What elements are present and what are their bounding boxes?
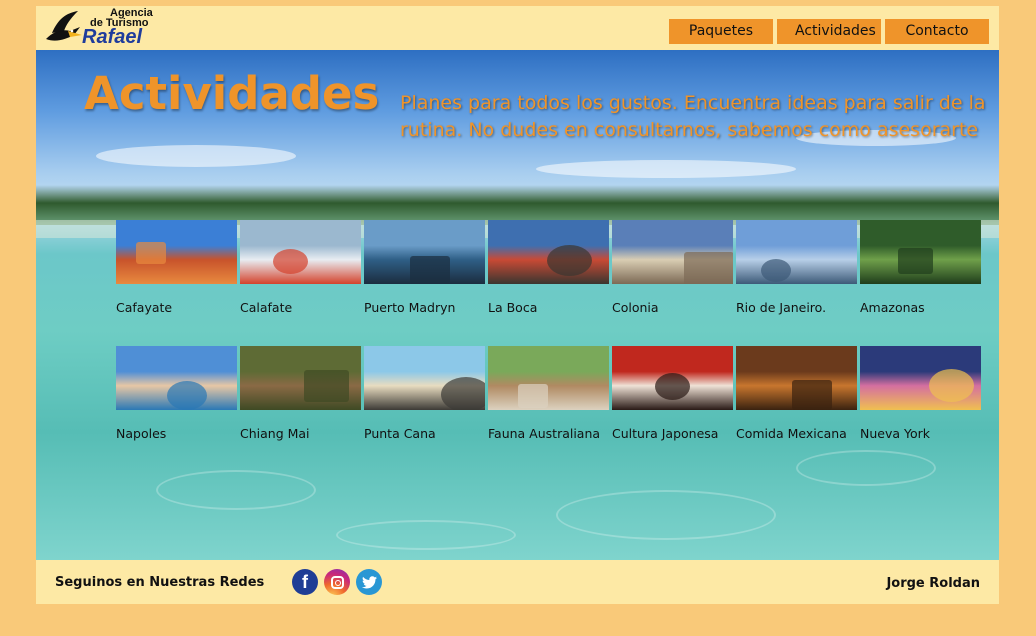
activity-label[interactable]: Napoles (116, 426, 166, 441)
activity-card[interactable]: Punta Cana (364, 346, 485, 441)
activity-card[interactable]: Chiang Mai (240, 346, 361, 441)
image-shape-decoration (273, 249, 308, 274)
activity-image[interactable] (860, 346, 981, 410)
ripple-decoration (556, 490, 776, 540)
image-shape-decoration (792, 380, 832, 410)
image-shape-decoration (684, 252, 733, 284)
activity-label[interactable]: Puerto Madryn (364, 300, 455, 315)
activity-card[interactable]: Fauna Australiana (488, 346, 609, 441)
author-name: Jorge Roldan (886, 576, 980, 591)
agency-logo[interactable]: Agencia de Turismo Rafael (44, 7, 174, 49)
site-footer: Seguinos en Nuestras Redes f Jorge Rolda… (36, 560, 999, 604)
activity-label[interactable]: Cultura Japonesa (612, 426, 718, 441)
cloud-decoration (96, 145, 296, 167)
activity-label[interactable]: Comida Mexicana (736, 426, 847, 441)
activity-card[interactable]: Amazonas (860, 220, 981, 315)
activity-card[interactable]: Cafayate (116, 220, 237, 315)
image-shape-decoration (929, 369, 974, 402)
activity-card[interactable]: Cultura Japonesa (612, 346, 733, 441)
follow-us-text: Seguinos en Nuestras Redes (55, 575, 265, 590)
activity-label[interactable]: Amazonas (860, 300, 925, 315)
ripple-decoration (336, 520, 516, 550)
activity-card[interactable]: Puerto Madryn (364, 220, 485, 315)
activity-label[interactable]: Nueva York (860, 426, 930, 441)
activity-image[interactable] (612, 346, 733, 410)
activity-image[interactable] (612, 220, 733, 284)
image-shape-decoration (304, 370, 349, 402)
instagram-icon[interactable] (324, 569, 350, 595)
image-shape-decoration (136, 242, 166, 264)
activity-card[interactable]: Napoles (116, 346, 237, 441)
activity-card[interactable]: Comida Mexicana (736, 346, 857, 441)
activity-image[interactable] (736, 346, 857, 410)
activity-image[interactable] (488, 220, 609, 284)
image-shape-decoration (655, 373, 690, 400)
site-header: Agencia de Turismo Rafael Paquetes Activ… (36, 6, 999, 50)
social-links: f (292, 569, 382, 595)
logo-line3: Rafael (82, 26, 143, 48)
bird-logo-icon (46, 11, 82, 41)
image-shape-decoration (547, 245, 592, 276)
instagram-glyph (330, 575, 344, 589)
activity-image[interactable] (116, 346, 237, 410)
activity-image[interactable] (488, 346, 609, 410)
page-title: Actividades (84, 67, 380, 120)
twitter-bird-glyph (361, 575, 377, 588)
activity-label[interactable]: Chiang Mai (240, 426, 310, 441)
hero-section: Actividades Planes para todos los gustos… (36, 50, 999, 560)
treeline-decoration (36, 185, 999, 225)
image-shape-decoration (441, 377, 485, 410)
activity-image[interactable] (860, 220, 981, 284)
nav-contacto-button[interactable]: Contacto (885, 19, 989, 44)
activity-card[interactable]: Rio de Janeiro. (736, 220, 857, 315)
activity-label[interactable]: Rio de Janeiro. (736, 300, 826, 315)
image-shape-decoration (167, 381, 207, 410)
image-shape-decoration (898, 248, 933, 274)
image-shape-decoration (518, 384, 548, 408)
activity-label[interactable]: Calafate (240, 300, 292, 315)
ripple-decoration (796, 450, 936, 486)
activity-card[interactable]: Calafate (240, 220, 361, 315)
cloud-decoration (536, 160, 796, 178)
activity-label[interactable]: Colonia (612, 300, 659, 315)
activity-label[interactable]: Punta Cana (364, 426, 436, 441)
image-shape-decoration (410, 256, 450, 284)
ripple-decoration (156, 470, 316, 510)
activity-image[interactable] (364, 220, 485, 284)
facebook-icon[interactable]: f (292, 569, 318, 595)
activity-image[interactable] (240, 346, 361, 410)
page: Agencia de Turismo Rafael Paquetes Activ… (36, 6, 999, 604)
activity-card[interactable]: La Boca (488, 220, 609, 315)
activity-label[interactable]: Fauna Australiana (488, 426, 600, 441)
activity-image[interactable] (116, 220, 237, 284)
page-subtitle: Planes para todos los gustos. Encuentra … (400, 92, 986, 141)
activity-image[interactable] (240, 220, 361, 284)
activity-label[interactable]: La Boca (488, 300, 537, 315)
activity-image[interactable] (364, 346, 485, 410)
nav-actividades-button[interactable]: Actividades (777, 19, 881, 44)
activity-card[interactable]: Colonia (612, 220, 733, 315)
activity-image[interactable] (736, 220, 857, 284)
activity-label[interactable]: Cafayate (116, 300, 172, 315)
nav-paquetes-button[interactable]: Paquetes (669, 19, 773, 44)
activity-card[interactable]: Nueva York (860, 346, 981, 441)
twitter-icon[interactable] (356, 569, 382, 595)
main-nav: Paquetes Actividades Contacto (669, 19, 989, 44)
image-shape-decoration (761, 259, 791, 282)
